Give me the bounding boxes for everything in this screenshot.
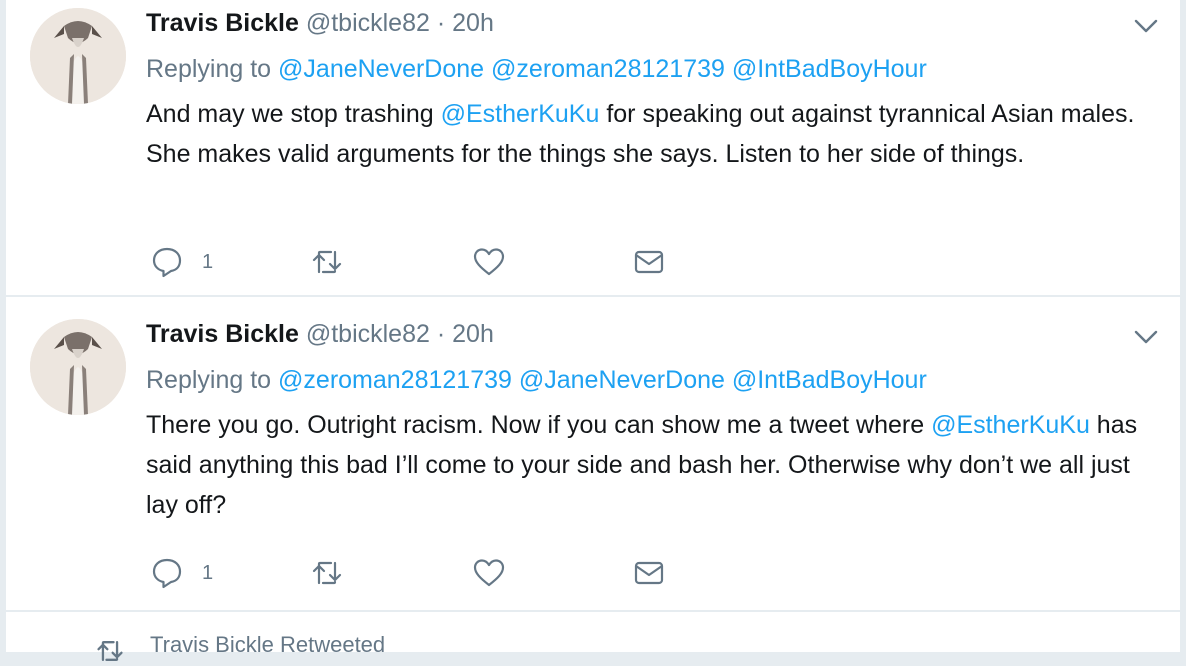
retweet-button[interactable] <box>310 242 344 282</box>
retweet-context: Travis Bickle Retweeted <box>6 612 1180 661</box>
tweet-header: Travis Bickle @tbickle82 · 20h <box>146 317 1160 351</box>
tweet-content: Travis Bickle @tbickle82 · 20h Replying … <box>146 6 1160 174</box>
heart-icon <box>473 248 505 276</box>
envelope-icon <box>634 561 664 585</box>
chevron-down-icon[interactable] <box>1132 323 1160 351</box>
replying-label: Replying to <box>146 55 272 83</box>
separator-dot: · <box>436 9 446 37</box>
avatar-dog-image <box>30 8 126 104</box>
tweet-text: And may we stop trashing @EstherKuKu for… <box>146 94 1146 174</box>
separator-dot: · <box>436 320 446 348</box>
tweet[interactable]: Travis Bickle @tbickle82 · 20h Replying … <box>6 297 1180 610</box>
author-name[interactable]: Travis Bickle <box>146 9 299 37</box>
tweet-text-part: There you go. Outright racism. Now if yo… <box>146 411 932 439</box>
tweet-text-part: And may we stop trashing <box>146 100 441 128</box>
tweet-text: There you go. Outright racism. Now if yo… <box>146 405 1146 525</box>
author-handle[interactable]: @tbickle82 <box>306 320 430 348</box>
retweet-icon <box>97 641 123 661</box>
text-mention[interactable]: @EstherKuKu <box>441 100 600 128</box>
retweet-button[interactable] <box>310 553 344 593</box>
timestamp[interactable]: 20h <box>452 320 494 348</box>
reply-mention[interactable]: @zeroman28121739 <box>278 366 512 394</box>
author-name[interactable]: Travis Bickle <box>146 320 299 348</box>
avatar-dog-image <box>30 319 126 415</box>
reply-icon <box>152 247 182 278</box>
reply-button[interactable]: 1 <box>150 553 213 593</box>
tweet-header: Travis Bickle @tbickle82 · 20h <box>146 6 1160 40</box>
timeline: Travis Bickle @tbickle82 · 20h Replying … <box>0 0 1186 661</box>
avatar[interactable] <box>30 8 126 104</box>
direct-message-button[interactable] <box>632 242 666 282</box>
reply-mention[interactable]: @IntBadBoyHour <box>732 55 927 83</box>
replying-label: Replying to <box>146 366 272 394</box>
replying-to: Replying to @JaneNeverDone @zeroman28121… <box>146 53 1160 85</box>
author-handle[interactable]: @tbickle82 <box>306 9 430 37</box>
retweet-icon <box>312 250 342 274</box>
reply-count: 1 <box>202 561 214 584</box>
chevron-down-icon[interactable] <box>1132 12 1160 40</box>
tweet[interactable]: Travis Bickle @tbickle82 · 20h Replying … <box>6 0 1180 295</box>
reply-icon <box>152 558 182 589</box>
tweet-content: Travis Bickle @tbickle82 · 20h Replying … <box>146 317 1160 525</box>
like-button[interactable] <box>472 553 506 593</box>
text-mention[interactable]: @EstherKuKu <box>931 411 1090 439</box>
timestamp[interactable]: 20h <box>452 9 494 37</box>
reply-mention[interactable]: @JaneNeverDone <box>278 55 484 83</box>
reply-button[interactable]: 1 <box>150 242 213 282</box>
direct-message-button[interactable] <box>632 553 666 593</box>
avatar[interactable] <box>30 319 126 415</box>
retweeted-by-label[interactable]: Travis Bickle Retweeted <box>150 632 385 658</box>
replying-to: Replying to @zeroman28121739 @JaneNeverD… <box>146 364 1160 396</box>
heart-icon <box>473 559 505 587</box>
retweet-icon <box>312 561 342 585</box>
envelope-icon <box>634 250 664 274</box>
reply-count: 1 <box>202 250 214 273</box>
reply-mention[interactable]: @JaneNeverDone <box>519 366 725 394</box>
like-button[interactable] <box>472 242 506 282</box>
reply-mention[interactable]: @zeroman28121739 <box>491 55 725 83</box>
reply-mention[interactable]: @IntBadBoyHour <box>732 366 927 394</box>
